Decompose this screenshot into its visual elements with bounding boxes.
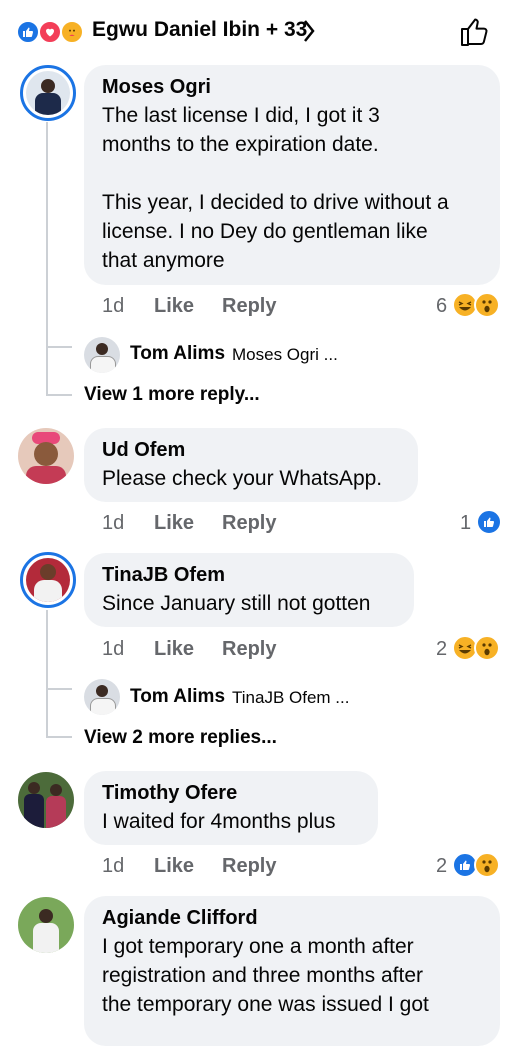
comment-time: 1d [102, 855, 125, 877]
reply-author[interactable]: Tom Alims [130, 343, 225, 365]
avatar-photo [26, 558, 70, 602]
comment-text: I got temporary one a month after regist… [102, 935, 429, 1016]
like-reaction-icon [476, 509, 502, 535]
thread-connector [46, 688, 72, 690]
thread-connector [46, 394, 72, 396]
love-reaction-icon [38, 20, 62, 44]
avatar[interactable] [20, 65, 76, 121]
comment-text: Please check your WhatsApp. [102, 467, 383, 490]
thread-line [46, 346, 48, 396]
reactors-names: Egwu Daniel Ibin + 33 [92, 18, 308, 41]
reply-preview-text: TinaJB Ofem ... [232, 688, 350, 707]
thread-line [46, 688, 48, 738]
view-more-replies-link[interactable]: View 1 more reply... [84, 384, 260, 406]
comment-bubble[interactable]: Timothy Ofere I waited for 4months plus [84, 771, 378, 845]
comment-bubble[interactable]: Moses Ogri The last license I did, I got… [84, 65, 500, 285]
view-more-replies-link[interactable]: View 2 more replies... [84, 727, 277, 749]
reaction-icons[interactable] [452, 852, 502, 880]
comment-bubble[interactable]: Ud Ofem Please check your WhatsApp. [84, 428, 418, 502]
thread-line [46, 122, 48, 348]
reply-button[interactable]: Reply [222, 295, 276, 318]
chevron-right-icon [302, 18, 316, 51]
comment-text: The last license I did, I got it 3 month… [102, 104, 449, 272]
comment-author[interactable]: TinaJB Ofem [102, 563, 396, 587]
avatar[interactable] [18, 772, 74, 828]
comment-time: 1d [102, 512, 125, 534]
reply-author[interactable]: Tom Alims [130, 686, 225, 708]
reaction-count[interactable]: 1 [460, 512, 471, 535]
comment-text: I waited for 4months plus [102, 810, 336, 833]
comment-author[interactable]: Ud Ofem [102, 438, 400, 462]
reply-button[interactable]: Reply [222, 512, 276, 535]
like-button[interactable]: Like [154, 512, 194, 535]
wow-reaction-icon [474, 292, 500, 318]
wow-reaction-icon [474, 852, 500, 878]
reaction-count[interactable]: 2 [436, 855, 447, 878]
avatar[interactable] [18, 428, 74, 484]
thread-connector [46, 346, 72, 348]
reply-avatar[interactable] [84, 679, 120, 715]
wow-reaction-icon [474, 635, 500, 661]
care-reaction-icon [60, 20, 84, 44]
like-button[interactable]: Like [154, 855, 194, 878]
reply-button[interactable]: Reply [222, 855, 276, 878]
thread-connector [46, 736, 72, 738]
like-reaction-icon [16, 20, 40, 44]
like-button[interactable]: Like [154, 638, 194, 661]
reaction-count[interactable]: 6 [436, 295, 447, 318]
comment-time: 1d [102, 638, 125, 660]
avatar-photo [26, 71, 70, 115]
reaction-icons [16, 20, 88, 44]
reply-preview-text: Moses Ogri ... [232, 345, 338, 364]
comment-author[interactable]: Moses Ogri [102, 75, 482, 99]
reaction-icons[interactable] [452, 635, 502, 663]
reaction-count[interactable]: 2 [436, 638, 447, 661]
avatar[interactable] [18, 897, 74, 953]
comment-author[interactable]: Timothy Ofere [102, 781, 360, 805]
comment-author[interactable]: Agiande Clifford [102, 906, 482, 930]
reactions-header[interactable]: Egwu Daniel Ibin + 33 [0, 0, 518, 62]
reply-button[interactable]: Reply [222, 638, 276, 661]
comment-bubble[interactable]: TinaJB Ofem Since January still not gott… [84, 553, 414, 627]
like-thumb-icon[interactable] [456, 14, 492, 50]
reaction-icons[interactable] [452, 292, 502, 320]
like-button[interactable]: Like [154, 295, 194, 318]
thread-line [46, 610, 48, 690]
comment-time: 1d [102, 295, 125, 317]
comment-text: Since January still not gotten [102, 592, 371, 615]
reaction-icons[interactable] [476, 509, 504, 537]
avatar[interactable] [20, 552, 76, 608]
reply-avatar[interactable] [84, 337, 120, 373]
